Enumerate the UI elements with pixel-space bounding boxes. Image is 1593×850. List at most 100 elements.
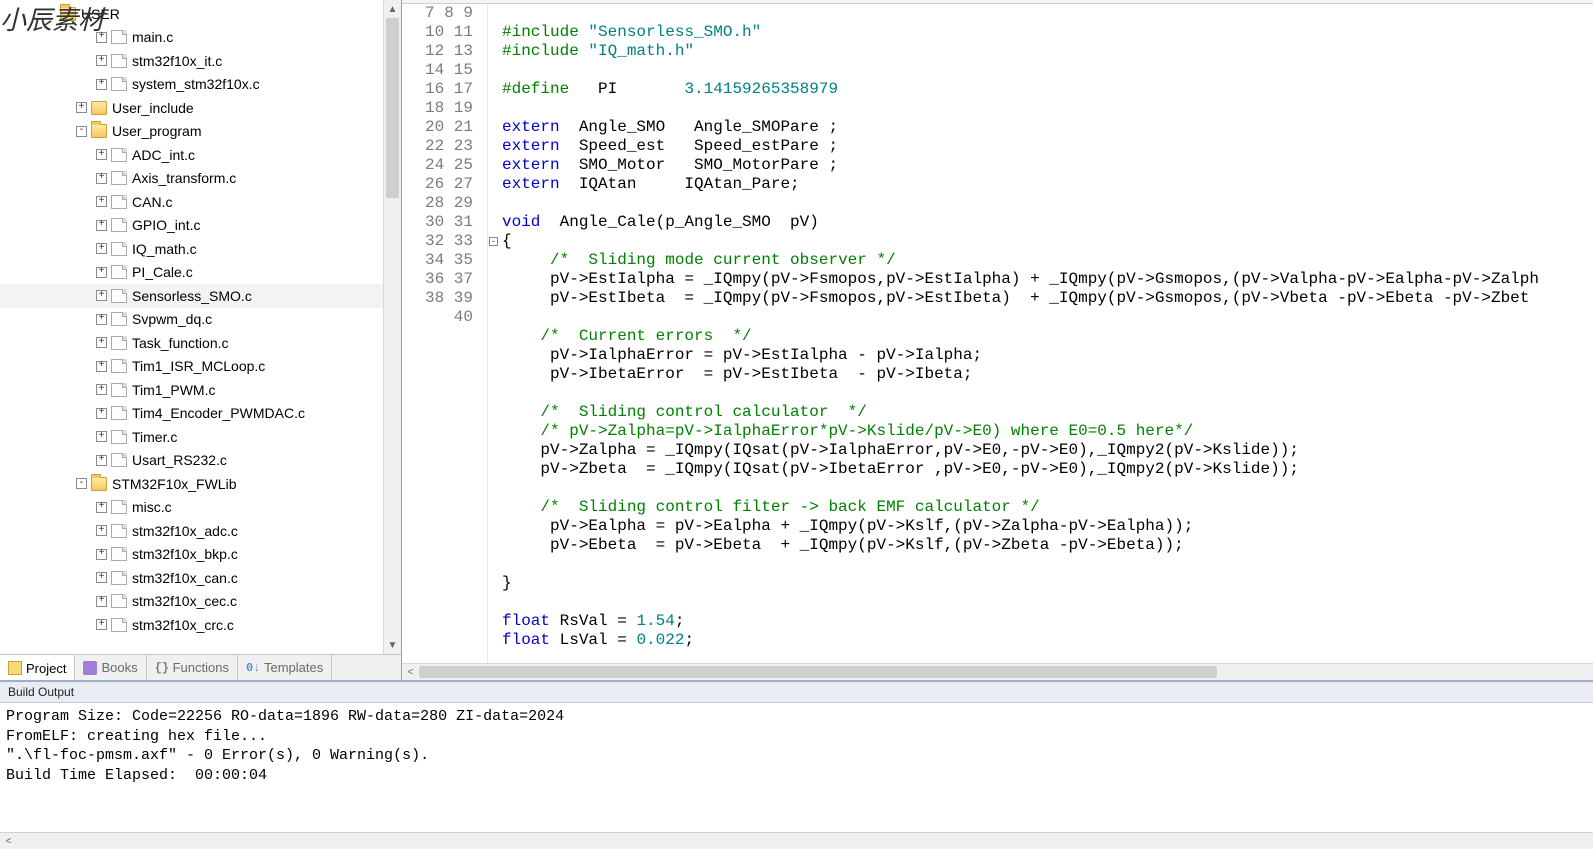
tree-toggle-icon[interactable]: + [96, 361, 107, 372]
tab-templates-label: Templates [264, 660, 323, 675]
tree-file[interactable]: +main.c [0, 26, 401, 50]
scroll-down-icon[interactable]: ▼ [384, 636, 401, 654]
tree-file[interactable]: +ADC_int.c [0, 143, 401, 167]
scroll-up-icon[interactable]: ▲ [384, 0, 401, 18]
file-icon [111, 430, 127, 444]
tree-toggle-icon[interactable]: + [96, 32, 107, 43]
tree-toggle-icon[interactable]: + [96, 572, 107, 583]
file-icon [111, 312, 127, 326]
scroll-track[interactable] [419, 664, 1593, 680]
tree-toggle-icon[interactable]: + [96, 619, 107, 630]
tree-file[interactable]: +Svpwm_dq.c [0, 308, 401, 332]
tree-toggle-icon[interactable]: + [96, 243, 107, 254]
tree-toggle-icon[interactable]: + [96, 79, 107, 90]
tree-folder[interactable]: -User_program [0, 120, 401, 144]
books-icon [83, 661, 97, 675]
file-icon [111, 594, 127, 608]
file-icon [111, 54, 127, 68]
tree-toggle-icon[interactable]: + [96, 525, 107, 536]
tab-functions[interactable]: {} Functions [147, 655, 238, 680]
tree-toggle-icon[interactable]: + [96, 455, 107, 466]
tree-item-label: stm32f10x_crc.c [132, 617, 234, 633]
code-area[interactable]: #include "Sensorless_SMO.h" #include "IQ… [500, 4, 1593, 663]
tree-toggle-icon[interactable]: + [96, 431, 107, 442]
tree-file[interactable]: +Axis_transform.c [0, 167, 401, 191]
tree-toggle-icon[interactable]: + [96, 267, 107, 278]
tree-toggle-icon[interactable]: + [96, 408, 107, 419]
file-icon [111, 148, 127, 162]
editor-horizontal-scrollbar[interactable]: < [402, 663, 1593, 680]
tree-file[interactable]: +Tim1_PWM.c [0, 378, 401, 402]
tree-toggle-icon[interactable]: + [76, 102, 87, 113]
file-icon [111, 383, 127, 397]
tree-file[interactable]: +Usart_RS232.c [0, 449, 401, 473]
tree-vertical-scrollbar[interactable]: ▲ ▼ [383, 0, 401, 654]
tab-templates[interactable]: 0↓ Templates [238, 655, 332, 680]
tree-file[interactable]: + Tim4_Encoder_PWMDAC.c [0, 402, 401, 426]
file-icon [111, 242, 127, 256]
tree-toggle-icon[interactable]: + [96, 337, 107, 348]
tree-toggle-icon[interactable]: - [76, 126, 87, 137]
tree-item-label: Tim4_Encoder_PWMDAC.c [132, 405, 305, 421]
tree-toggle-icon[interactable]: + [96, 55, 107, 66]
fold-toggle-icon[interactable]: - [489, 237, 498, 246]
tree-root-label: USER [81, 6, 120, 22]
tree-file[interactable]: +Tim1_ISR_MCLoop.c [0, 355, 401, 379]
tree-folder[interactable]: +User_include [0, 96, 401, 120]
scroll-left-icon[interactable]: < [0, 833, 17, 850]
project-tree[interactable]: USER+main.c+stm32f10x_it.c+system_stm32f… [0, 0, 401, 639]
build-output-scrollbar[interactable]: < [0, 832, 1593, 849]
tree-file[interactable]: +Task_function.c [0, 331, 401, 355]
tree-item-label: PI_Cale.c [132, 264, 193, 280]
scroll-thumb[interactable] [386, 18, 399, 198]
scroll-left-icon[interactable]: < [402, 667, 419, 678]
build-output-title: Build Output [0, 682, 1593, 703]
fold-column[interactable]: - [488, 4, 500, 663]
code-editor[interactable]: 7 8 9 10 11 12 13 14 15 16 17 18 19 20 2… [402, 4, 1593, 663]
tree-toggle-icon[interactable]: + [96, 173, 107, 184]
tree-toggle-icon[interactable]: + [96, 549, 107, 560]
tree-toggle-icon[interactable]: + [96, 384, 107, 395]
tree-toggle-icon[interactable]: + [96, 314, 107, 325]
tab-project-label: Project [26, 661, 66, 676]
tab-books[interactable]: Books [75, 655, 146, 680]
tree-toggle-icon[interactable]: + [96, 196, 107, 207]
tree-toggle-icon[interactable]: + [96, 596, 107, 607]
tree-file[interactable]: + PI_Cale.c [0, 261, 401, 285]
tree-file[interactable]: + stm32f10x_bkp.c [0, 543, 401, 567]
tree-folder[interactable]: -STM32F10x_FWLib [0, 472, 401, 496]
tree-file[interactable]: +GPIO_int.c [0, 214, 401, 238]
tree-toggle-icon[interactable]: + [96, 502, 107, 513]
file-icon [111, 500, 127, 514]
tree-file[interactable]: + stm32f10x_crc.c [0, 613, 401, 637]
tree-file[interactable]: +CAN.c [0, 190, 401, 214]
tree-toggle-icon[interactable]: + [96, 149, 107, 160]
tree-file[interactable]: +misc.c [0, 496, 401, 520]
tree-toggle-icon[interactable]: + [96, 220, 107, 231]
tree-file[interactable]: +IQ_math.c [0, 237, 401, 261]
tab-project[interactable]: Project [0, 655, 75, 680]
tree-toggle-icon[interactable]: - [76, 478, 87, 489]
project-icon [8, 661, 22, 675]
tree-file[interactable]: + system_stm32f10x.c [0, 73, 401, 97]
tree-item-label: stm32f10x_adc.c [132, 523, 238, 539]
build-output-text[interactable]: Program Size: Code=22256 RO-data=1896 RW… [0, 703, 1593, 789]
tree-file[interactable]: +stm32f10x_cec.c [0, 590, 401, 614]
tree-file[interactable]: +stm32f10x_can.c [0, 566, 401, 590]
tree-file[interactable]: + stm32f10x_adc.c [0, 519, 401, 543]
tree-file[interactable]: +Timer.c [0, 425, 401, 449]
project-tabs: Project Books {} Functions 0↓ Templates [0, 654, 401, 680]
file-icon [111, 571, 127, 585]
tree-item-label: stm32f10x_bkp.c [132, 546, 238, 562]
file-icon [111, 289, 127, 303]
file-icon [111, 171, 127, 185]
file-icon [111, 336, 127, 350]
scroll-thumb-h[interactable] [419, 666, 1217, 678]
editor-tabbar[interactable] [402, 0, 1593, 4]
tree-root[interactable]: USER [0, 2, 401, 26]
tree-toggle-icon[interactable]: + [96, 290, 107, 301]
file-icon [111, 265, 127, 279]
tree-file[interactable]: +stm32f10x_it.c [0, 49, 401, 73]
tree-item-label: system_stm32f10x.c [132, 76, 260, 92]
tree-file[interactable]: +Sensorless_SMO.c [0, 284, 401, 308]
